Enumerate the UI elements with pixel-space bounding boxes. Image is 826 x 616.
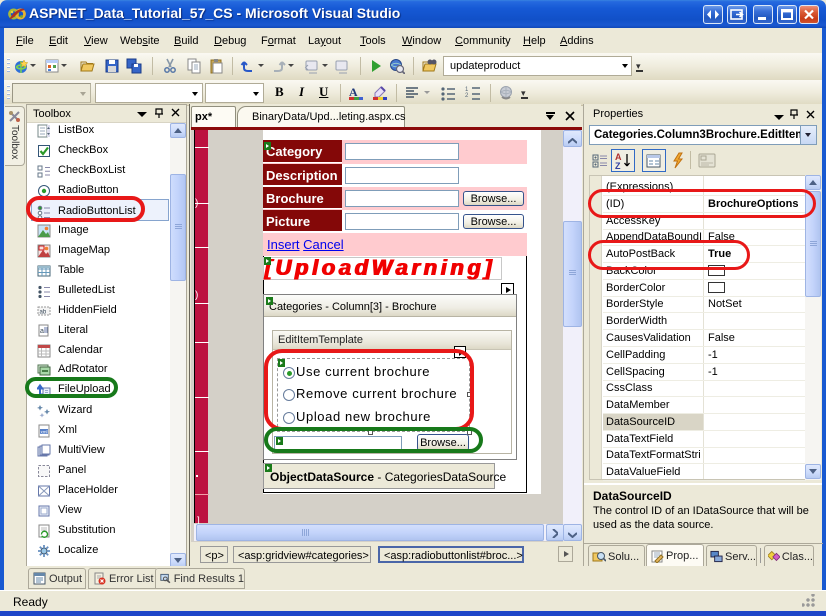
svg-text:2: 2 (465, 93, 469, 99)
svg-text:xml: xml (41, 430, 48, 435)
svg-text:ab: ab (40, 310, 47, 316)
svg-text:Z: Z (615, 161, 621, 170)
svg-text:a: a (40, 328, 44, 335)
svg-text:A: A (349, 85, 358, 99)
